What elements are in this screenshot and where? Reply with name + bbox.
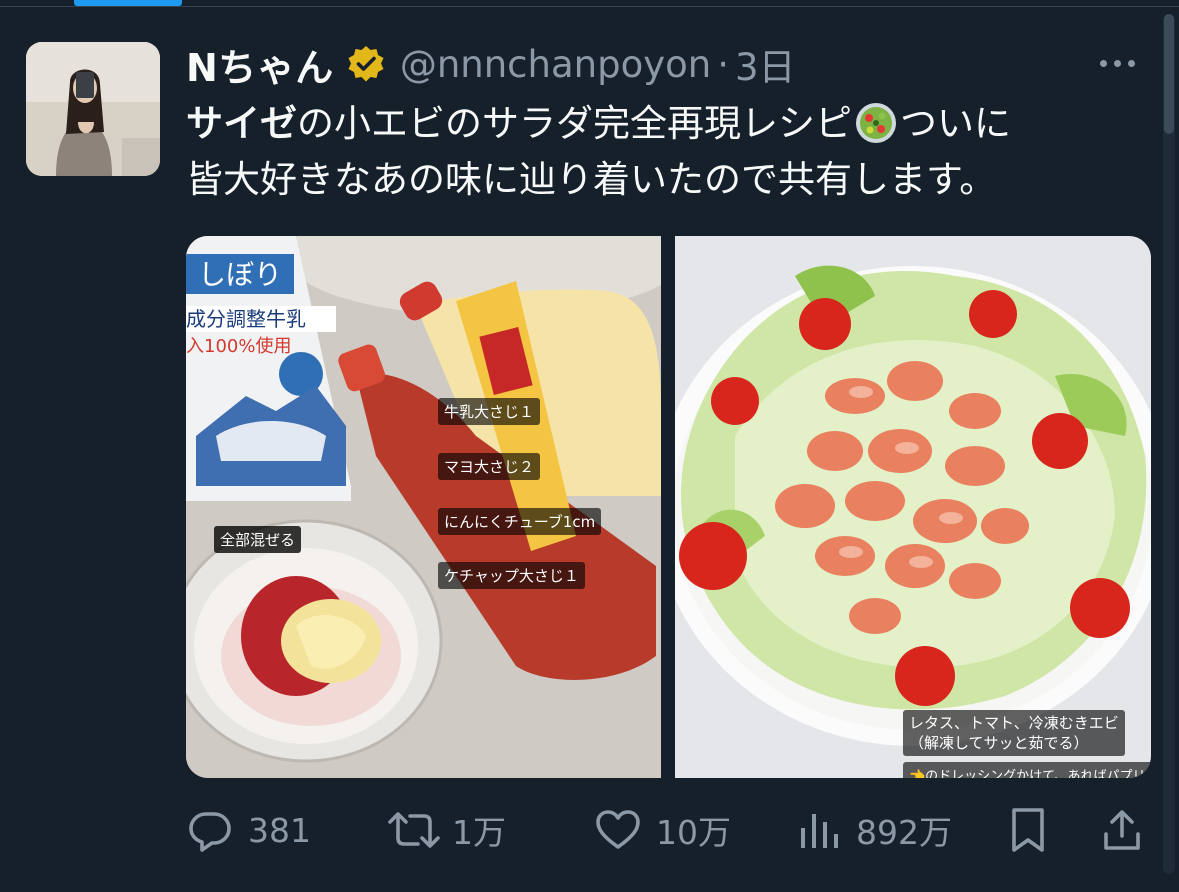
caption-garlic: にんにくチューブ1cm: [438, 508, 602, 535]
tweet-text-part1: の小エビのサラダ完全再現レシピ: [297, 102, 852, 145]
tweet-header: Nちゃん @nnnchanpoyon · 3日: [186, 36, 796, 92]
salad-emoji-icon: [854, 101, 898, 145]
scrollbar-thumb[interactable]: [1164, 14, 1174, 134]
separator-dot: ·: [717, 42, 729, 86]
top-divider: [0, 6, 1179, 7]
verified-badge-icon[interactable]: [346, 44, 386, 84]
more-options-icon[interactable]: [1100, 50, 1148, 76]
share-button[interactable]: [1100, 800, 1144, 860]
tweet-action-bar: 381 1万 10万 892万: [186, 800, 1156, 860]
views-button[interactable]: 892万: [798, 800, 952, 860]
avatar[interactable]: [26, 42, 160, 176]
media-image-dressing[interactable]: しぼり 成分調整牛乳 入100%使用 全部混ぜる 牛乳大さじ１ マヨ大さじ２ に…: [186, 236, 661, 778]
svg-text:しぼり: しぼり: [198, 258, 282, 291]
caption-ketchup: ケチャップ大さじ１: [438, 562, 585, 589]
tweet-text-bold: サイゼ: [186, 102, 297, 145]
caption-mix-all: 全部混ぜる: [214, 526, 302, 553]
like-button[interactable]: 10万: [594, 800, 731, 860]
caption-milk: 牛乳大さじ１: [438, 398, 541, 425]
heart-icon: [596, 810, 640, 849]
media-image-salad[interactable]: レタス、トマト、冷凍むきエビ （解凍してサッと茹でる） 👈のドレッシングかけて、…: [675, 236, 1151, 778]
user-handle[interactable]: @nnnchanpoyon: [400, 43, 711, 86]
views-chart-icon: [801, 814, 838, 848]
caption-ingredients: レタス、トマト、冷凍むきエビ （解凍してサッと茹でる）: [903, 710, 1125, 756]
tweet-text: サイゼの小エビのサラダ完全再現レシピ ついに 皆大好きなあの味に辿り着いたので共有…: [186, 96, 1146, 208]
bookmark-icon: [1012, 808, 1044, 852]
reply-icon: [189, 812, 231, 852]
share-icon: [1104, 810, 1140, 850]
display-name[interactable]: Nちゃん: [186, 37, 334, 92]
retweet-count: 1万: [452, 813, 506, 852]
salad-photo: [675, 236, 1151, 778]
reply-count: 381: [248, 810, 311, 850]
svg-text:入100%使用: 入100%使用: [186, 336, 291, 357]
tweet-text-part2: ついに: [900, 102, 1011, 145]
svg-text:成分調整牛乳: 成分調整牛乳: [186, 307, 306, 331]
scrollbar-track[interactable]: [1163, 14, 1175, 874]
avatar-photo: [26, 42, 160, 176]
bookmark-button[interactable]: [1006, 800, 1050, 860]
timestamp[interactable]: 3日: [735, 37, 796, 91]
tweet-text-line2: 皆大好きなあの味に辿り着いたので共有します。: [186, 158, 997, 201]
reply-button[interactable]: 381: [186, 800, 311, 860]
caption-dressing: 👈のドレッシングかけて、あればパプリカ: [903, 762, 1151, 778]
tweet-media: しぼり 成分調整牛乳 入100%使用 全部混ぜる 牛乳大さじ１ マヨ大さじ２ に…: [186, 236, 1151, 778]
retweet-button[interactable]: 1万: [386, 800, 506, 860]
views-count: 892万: [856, 813, 952, 852]
like-count: 10万: [656, 813, 731, 852]
caption-ingredients-line1: レタス、トマト、冷凍むきエビ: [909, 714, 1119, 732]
caption-mayo: マヨ大さじ２: [438, 453, 541, 480]
dressing-photo: しぼり 成分調整牛乳 入100%使用: [186, 236, 661, 778]
caption-ingredients-line2: （解凍してサッと茹でる）: [909, 734, 1089, 752]
retweet-icon: [388, 812, 440, 848]
